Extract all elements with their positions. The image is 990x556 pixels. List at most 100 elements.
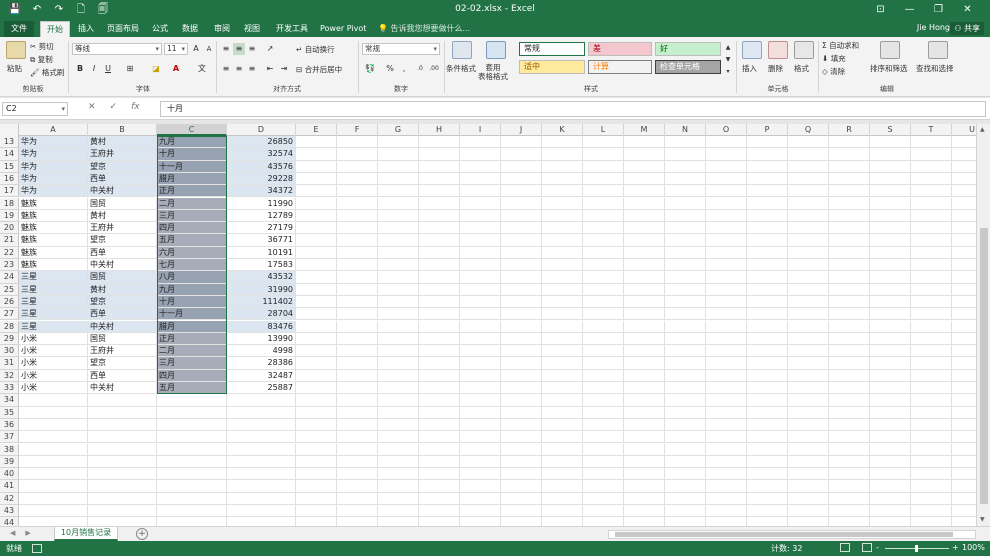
cell[interactable] <box>583 160 624 173</box>
cell[interactable]: 魅族 <box>19 222 88 235</box>
normal-view-icon[interactable] <box>840 543 850 552</box>
cell[interactable] <box>706 197 747 210</box>
cell[interactable] <box>788 480 829 493</box>
cell[interactable] <box>829 271 870 284</box>
cell[interactable]: 正月 <box>157 185 227 198</box>
cell[interactable]: 九月 <box>157 136 227 149</box>
row-header[interactable]: 32 <box>0 369 19 382</box>
cell[interactable]: 小米 <box>19 345 88 358</box>
cell[interactable] <box>460 332 501 346</box>
cell[interactable] <box>583 185 624 198</box>
cell[interactable] <box>460 431 501 444</box>
cell[interactable] <box>378 308 419 321</box>
cell[interactable] <box>952 480 976 493</box>
cell[interactable] <box>19 517 88 526</box>
share-button[interactable]: ⚇ 共享 <box>950 22 984 35</box>
cell[interactable] <box>501 357 542 370</box>
cell[interactable] <box>624 332 665 346</box>
cell[interactable] <box>460 295 501 309</box>
cell[interactable] <box>870 505 911 518</box>
cell[interactable] <box>542 320 583 333</box>
cell[interactable]: 黄村 <box>88 209 157 223</box>
cell[interactable] <box>911 505 952 518</box>
cell[interactable] <box>157 394 227 407</box>
cell[interactable] <box>870 283 911 296</box>
cell[interactable] <box>788 222 829 235</box>
cell[interactable] <box>624 136 665 149</box>
cell[interactable] <box>911 197 952 210</box>
cell[interactable]: 王府井 <box>88 222 157 235</box>
insert-cells-button[interactable]: 插入 <box>742 63 757 74</box>
cell[interactable] <box>788 295 829 309</box>
cell[interactable] <box>665 308 706 321</box>
cell[interactable] <box>378 345 419 358</box>
cell[interactable]: 27179 <box>227 222 296 235</box>
cell[interactable] <box>747 357 788 370</box>
format-cells-button[interactable]: 格式 <box>794 63 809 74</box>
cell[interactable] <box>952 210 976 223</box>
cell[interactable] <box>419 406 460 419</box>
cell[interactable] <box>706 320 747 333</box>
cell[interactable] <box>829 246 870 259</box>
cell[interactable] <box>542 185 583 198</box>
cell[interactable]: 望京 <box>88 160 157 173</box>
cell[interactable] <box>460 234 501 247</box>
cell[interactable] <box>501 160 542 173</box>
cell[interactable] <box>501 172 542 186</box>
cell[interactable] <box>706 222 747 235</box>
cell[interactable] <box>542 259 583 272</box>
cell[interactable] <box>419 505 460 518</box>
cell[interactable] <box>460 246 501 259</box>
cell[interactable] <box>706 468 747 481</box>
cell[interactable] <box>337 455 378 469</box>
cell[interactable] <box>829 406 870 419</box>
cell[interactable] <box>157 406 227 419</box>
cell[interactable] <box>501 246 542 259</box>
cell[interactable] <box>706 418 747 432</box>
cell[interactable] <box>378 480 419 493</box>
cell[interactable] <box>88 418 157 432</box>
row-header[interactable]: 29 <box>0 332 19 346</box>
cell[interactable] <box>583 197 624 210</box>
cell[interactable] <box>88 431 157 444</box>
cell[interactable] <box>706 295 747 309</box>
cell[interactable] <box>706 394 747 407</box>
row-header[interactable]: 25 <box>0 283 19 296</box>
cell[interactable]: 魅族 <box>19 246 88 259</box>
cell[interactable] <box>460 517 501 526</box>
decrease-indent-icon[interactable]: ⇤ <box>264 63 276 75</box>
cell[interactable] <box>542 431 583 444</box>
cell[interactable]: 黄村 <box>88 136 157 149</box>
cell[interactable] <box>624 418 665 432</box>
cell[interactable] <box>788 259 829 272</box>
cell[interactable] <box>460 185 501 198</box>
row-header[interactable]: 21 <box>0 234 19 247</box>
cell[interactable] <box>747 394 788 407</box>
cell[interactable] <box>583 172 624 186</box>
cell[interactable] <box>378 443 419 456</box>
cell[interactable] <box>747 185 788 198</box>
cell[interactable] <box>542 443 583 456</box>
cell[interactable] <box>460 320 501 333</box>
cell[interactable] <box>419 382 460 395</box>
cell[interactable]: 10191 <box>227 246 296 259</box>
cell[interactable] <box>747 406 788 419</box>
row-header[interactable]: 33 <box>0 382 19 395</box>
cell[interactable]: 望京 <box>88 234 157 247</box>
cell[interactable]: 26850 <box>227 136 296 149</box>
row-header[interactable]: 41 <box>0 480 19 493</box>
cell[interactable] <box>583 455 624 469</box>
cell[interactable]: 中关村 <box>88 320 157 333</box>
cell[interactable] <box>88 480 157 493</box>
cell[interactable] <box>378 369 419 382</box>
cell[interactable] <box>870 443 911 456</box>
cell[interactable] <box>952 321 976 333</box>
cell[interactable]: 三月 <box>157 357 227 370</box>
cell[interactable] <box>870 480 911 493</box>
cell[interactable] <box>583 394 624 407</box>
merge-center-button[interactable]: ⊟ 合并后居中 <box>296 64 342 75</box>
cell[interactable] <box>706 431 747 444</box>
cell[interactable]: 华为 <box>19 136 88 149</box>
cell[interactable] <box>378 394 419 407</box>
cell[interactable] <box>337 468 378 481</box>
